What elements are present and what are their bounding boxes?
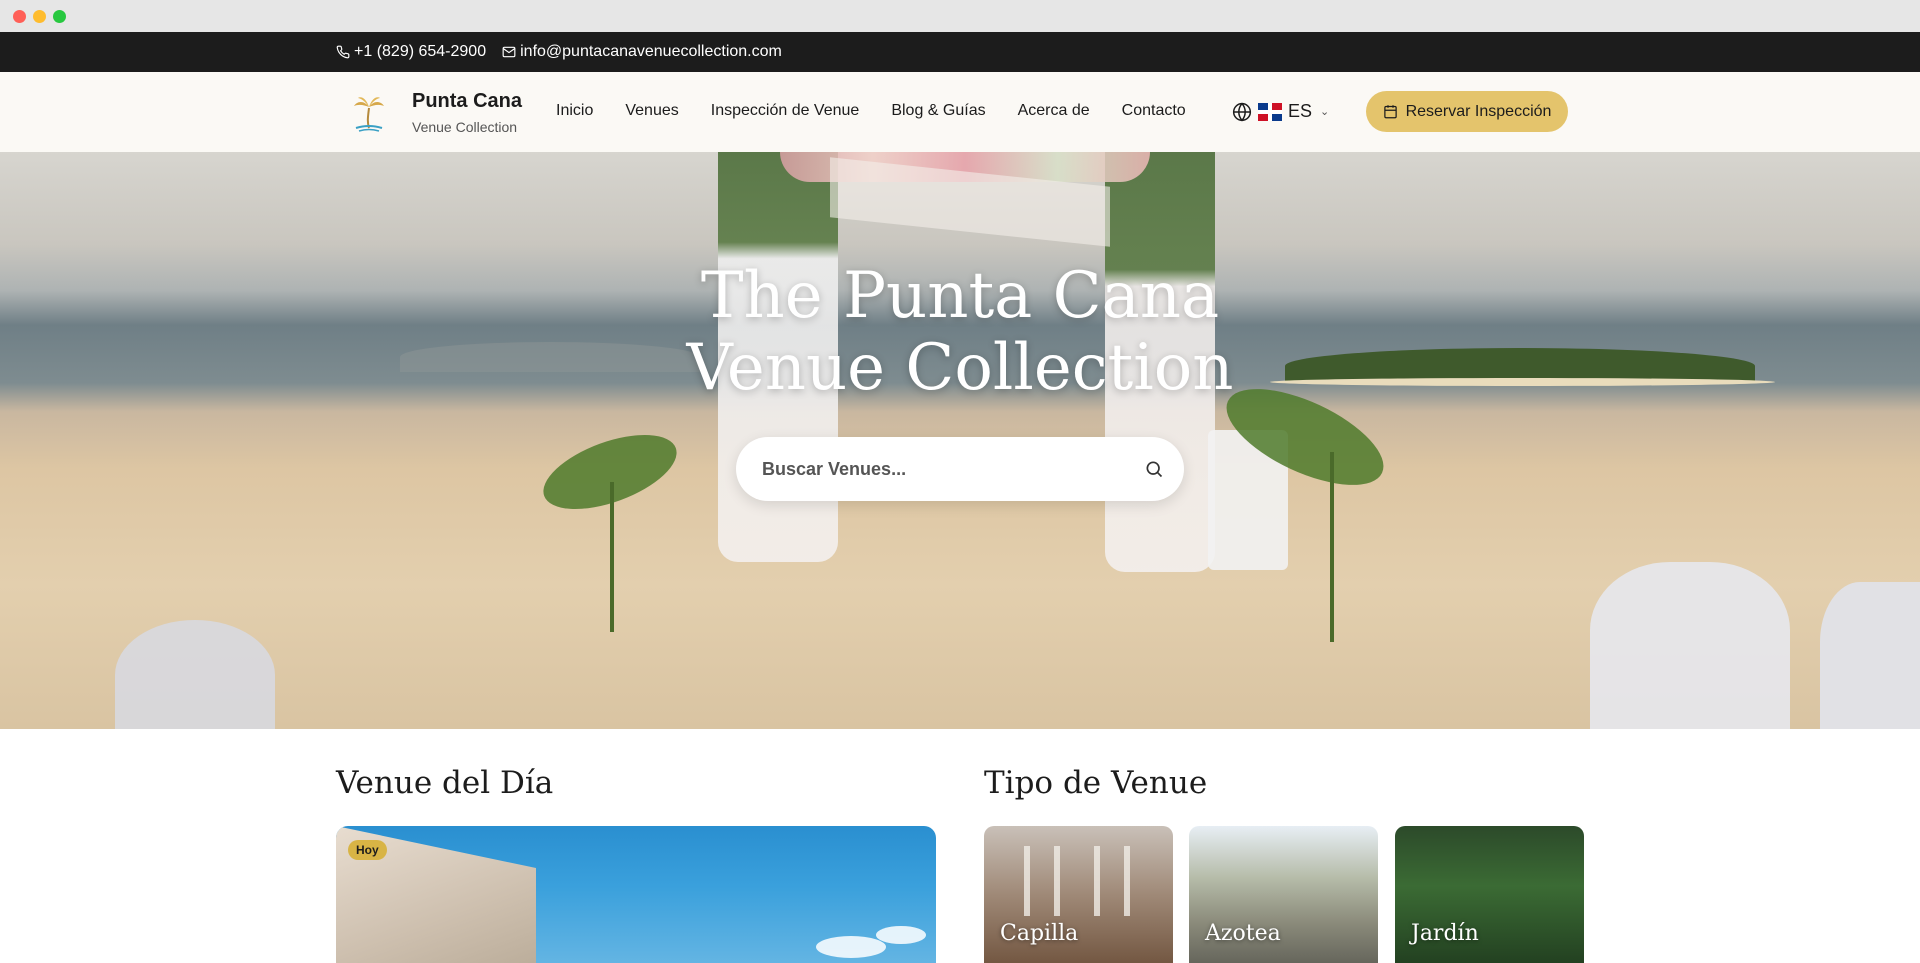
- window-close-button[interactable]: [13, 10, 26, 23]
- venue-type-label: Capilla: [1000, 921, 1079, 946]
- venue-of-day-card[interactable]: Hoy: [336, 826, 936, 963]
- venue-search-bar: [736, 437, 1184, 501]
- email-address: info@puntacanavenuecollection.com: [520, 43, 782, 60]
- browser-chrome: [0, 0, 1920, 32]
- hero-title-line1: The Punta Cana: [700, 259, 1220, 333]
- venue-type-label: Azotea: [1205, 921, 1281, 946]
- brand[interactable]: Punta Cana Venue Collection: [412, 90, 522, 135]
- globe-icon: [1232, 102, 1252, 121]
- nav-item-acerca[interactable]: Acerca de: [1018, 102, 1090, 120]
- palm-tree-logo-icon[interactable]: [352, 94, 386, 132]
- dominican-flag-icon: [1258, 102, 1282, 121]
- nav-item-blog[interactable]: Blog & Guías: [891, 102, 985, 120]
- search-input[interactable]: [762, 458, 1144, 480]
- email-link[interactable]: info@puntacanavenuecollection.com: [502, 43, 782, 61]
- chair-decoration: [115, 620, 275, 729]
- venue-type-label: Jardín: [1411, 921, 1479, 946]
- venue-of-day-title: Venue del Día: [336, 765, 554, 801]
- language-code: ES: [1288, 101, 1313, 121]
- brand-name: Punta Cana: [412, 90, 523, 112]
- nav-item-inspeccion[interactable]: Inspección de Venue: [711, 102, 860, 120]
- nav-menu: Inicio Venues Inspección de Venue Blog &…: [556, 102, 1186, 120]
- brand-subtitle: Venue Collection: [412, 119, 518, 135]
- nav-item-contacto[interactable]: Contacto: [1122, 102, 1186, 120]
- main-navigation: Punta Cana Venue Collection Inicio Venue…: [0, 72, 1920, 152]
- search-icon[interactable]: [1144, 459, 1164, 479]
- phone-link[interactable]: +1 (829) 654-2900: [336, 43, 486, 61]
- calendar-icon: [1383, 105, 1397, 119]
- nav-item-inicio[interactable]: Inicio: [556, 102, 593, 120]
- hero-banner: The Punta Cana Venue Collection: [0, 152, 1920, 729]
- language-selector[interactable]: ES ⌄: [1232, 101, 1329, 122]
- phone-number: +1 (829) 654-2900: [354, 43, 487, 60]
- phone-icon: [336, 45, 350, 59]
- hero-title-line2: Venue Collection: [686, 331, 1234, 405]
- chevron-down-icon: ⌄: [1320, 106, 1330, 118]
- top-contact-bar: +1 (829) 654-2900 info@puntacanavenuecol…: [0, 32, 1920, 72]
- venue-type-garden[interactable]: Jardín: [1395, 826, 1584, 963]
- mail-icon: [502, 46, 516, 58]
- hero-title: The Punta Cana Venue Collection: [0, 260, 1920, 404]
- book-inspection-label: Reservar Inspección: [1405, 102, 1552, 120]
- venue-type-rooftop[interactable]: Azotea: [1189, 826, 1378, 963]
- today-badge: Hoy: [348, 840, 387, 860]
- venue-type-chapel[interactable]: Capilla: [984, 826, 1173, 963]
- book-inspection-button[interactable]: Reservar Inspección: [1366, 91, 1568, 132]
- venue-types-title: Tipo de Venue: [984, 765, 1208, 801]
- nav-item-venues[interactable]: Venues: [625, 102, 678, 120]
- content-section: Venue del Día Tipo de Venue Hoy Capilla …: [0, 729, 1920, 963]
- window-maximize-button[interactable]: [53, 10, 66, 23]
- window-minimize-button[interactable]: [33, 10, 46, 23]
